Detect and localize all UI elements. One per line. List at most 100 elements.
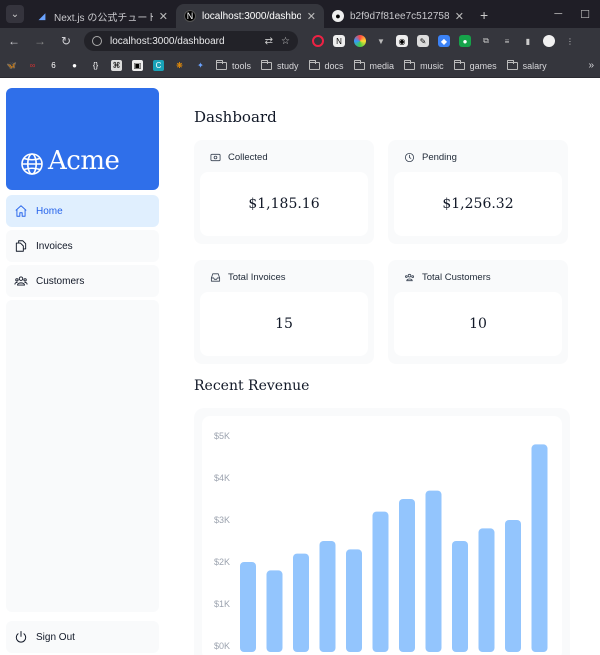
bookmark-box-icon[interactable]: ⌘	[111, 60, 122, 71]
sidebar-item-invoices[interactable]: Invoices	[6, 230, 159, 262]
home-icon	[15, 205, 27, 217]
browser-tab-2[interactable]: N localhost:3000/dashboard ✕	[176, 4, 324, 28]
bookmarks-overflow-button[interactable]: »	[588, 60, 594, 71]
revenue-bar	[452, 541, 468, 652]
site-info-icon[interactable]	[92, 36, 102, 46]
y-tick-label: $1K	[214, 599, 230, 609]
card-value: 15	[200, 292, 368, 356]
acme-logo[interactable]: Acme	[6, 88, 159, 190]
bookmark-red-icon[interactable]: ∞	[27, 60, 38, 71]
revenue-bar	[293, 553, 309, 652]
revenue-bar	[372, 511, 389, 652]
y-tick-label: $3K	[214, 515, 230, 525]
folder-icon	[216, 59, 227, 70]
sign-out-button[interactable]: Sign Out	[6, 621, 159, 653]
reading-list-icon[interactable]: ≡	[501, 35, 513, 47]
bookmark-sparkle-icon[interactable]: ✦	[195, 60, 206, 71]
translate-icon[interactable]: ⇄	[265, 36, 273, 47]
maximize-icon[interactable]: ☐	[580, 8, 590, 21]
profile-avatar-icon[interactable]	[543, 35, 555, 47]
card-header: Collected	[196, 142, 372, 172]
url-text[interactable]: localhost:3000/dashboard	[110, 36, 257, 47]
y-tick-label: $4K	[214, 473, 230, 483]
vue-icon[interactable]: ▼	[375, 35, 387, 47]
revenue-chart-inner: $0K $1K $2K $3K $4K $5K	[202, 416, 562, 655]
revenue-bar	[478, 528, 495, 652]
bookmark-dots-icon[interactable]: {}	[90, 60, 101, 71]
y-tick-label: $0K	[214, 641, 230, 651]
card-header: Total Invoices	[196, 262, 372, 292]
card-header: Total Customers	[390, 262, 566, 292]
bookmark-six-icon[interactable]: 6	[48, 60, 59, 71]
new-tab-button[interactable]: +	[480, 7, 488, 23]
bookmark-folder-music[interactable]: music	[404, 59, 444, 71]
card-label: Total Customers	[422, 271, 491, 283]
close-icon[interactable]: ✕	[307, 10, 316, 23]
y-tick-label: $2K	[214, 557, 230, 567]
bookmark-pic-icon[interactable]: ▣	[132, 60, 143, 71]
y-tick-label: $5K	[214, 431, 230, 441]
notion-icon[interactable]: N	[333, 35, 345, 47]
extension-tools-icon[interactable]: ✎	[417, 35, 429, 47]
side-panel-icon[interactable]: ▮	[522, 35, 534, 47]
sidebar-item-home[interactable]: Home	[6, 195, 159, 227]
page-viewport: Acme Home Invoices Customers Sign Out Da…	[0, 78, 600, 655]
revenue-bar	[399, 499, 415, 652]
logo-text: Acme	[48, 146, 120, 176]
menu-dots-icon[interactable]: ⋮	[564, 35, 576, 47]
card-value: 10	[394, 292, 562, 356]
bookmark-folder-docs[interactable]: docs	[308, 59, 344, 71]
tab-search-chevron-icon[interactable]: ⌄	[6, 5, 24, 23]
bookmark-folder-study[interactable]: study	[261, 59, 299, 71]
browser-tab-3[interactable]: ● b2f9d7f81ee7c512758e02133 ✕	[324, 4, 472, 28]
card-header: Pending	[390, 142, 566, 172]
revenue-chart-card: $0K $1K $2K $3K $4K $5K	[194, 408, 570, 655]
tab-title: localhost:3000/dashboard	[202, 10, 301, 22]
clock-icon	[404, 152, 415, 162]
extension-square-icon[interactable]: ◉	[396, 35, 408, 47]
card-pending: Pending $1,256.32	[388, 140, 568, 244]
card-value: $1,256.32	[394, 172, 562, 236]
color-wheel-icon[interactable]	[354, 35, 366, 47]
card-label: Total Invoices	[228, 271, 286, 283]
bookmark-cyan-icon[interactable]: C	[153, 60, 164, 71]
tab-title: b2f9d7f81ee7c512758e02133	[350, 10, 449, 22]
card-collected: Collected $1,185.16	[194, 140, 374, 244]
bookmark-colorful-icon[interactable]: ❋	[174, 60, 185, 71]
reload-icon[interactable]: ↻	[58, 34, 74, 48]
close-icon[interactable]: ✕	[159, 10, 168, 23]
extension-blue-icon[interactable]: ◆	[438, 35, 450, 47]
bookmark-star-icon[interactable]: ☆	[281, 36, 290, 47]
extension-ring-icon[interactable]	[312, 35, 324, 47]
bookmark-folder-salary[interactable]: salary	[506, 59, 547, 71]
revenue-bar	[531, 444, 548, 652]
revenue-title: Recent Revenue	[194, 378, 310, 394]
bookmark-folder-games[interactable]: games	[453, 59, 497, 71]
github-icon[interactable]: ●	[69, 60, 80, 71]
sidebar-item-customers[interactable]: Customers	[6, 265, 159, 297]
revenue-bar	[425, 490, 442, 652]
bluesky-icon[interactable]: 🦋	[6, 60, 17, 71]
extension-green-icon[interactable]: ●	[459, 35, 471, 47]
minimize-icon[interactable]: ─	[554, 8, 562, 20]
card-label: Collected	[228, 151, 268, 163]
address-bar[interactable]: localhost:3000/dashboard ⇄ ☆	[84, 31, 298, 51]
user-group-icon	[404, 273, 415, 281]
folder-icon	[308, 59, 320, 70]
back-arrow-icon[interactable]: ←	[6, 34, 22, 48]
bookmark-folder-tools[interactable]: tools	[216, 59, 251, 71]
close-icon[interactable]: ✕	[455, 10, 464, 23]
bookmarks-bar: 🦋 ∞ 6 ● {} ⌘ ▣ C ❋ ✦ tools study docs me…	[0, 54, 600, 78]
browser-tab-1[interactable]: ◢ Next.js の公式チュートリアルを読ん ✕	[28, 4, 176, 28]
globe-icon	[21, 153, 43, 175]
extensions-puzzle-icon[interactable]: ⧉	[480, 35, 492, 47]
forward-arrow-icon[interactable]: →	[32, 34, 48, 48]
folder-icon	[353, 59, 365, 70]
folder-icon	[261, 59, 273, 70]
vercel-triangle-icon: ◢	[38, 10, 46, 21]
github-icon: ●	[332, 10, 344, 22]
bookmark-folder-media[interactable]: media	[353, 59, 394, 71]
documents-icon	[15, 240, 27, 252]
sign-out-label: Sign Out	[36, 631, 75, 643]
sidebar-item-label: Customers	[36, 275, 85, 287]
